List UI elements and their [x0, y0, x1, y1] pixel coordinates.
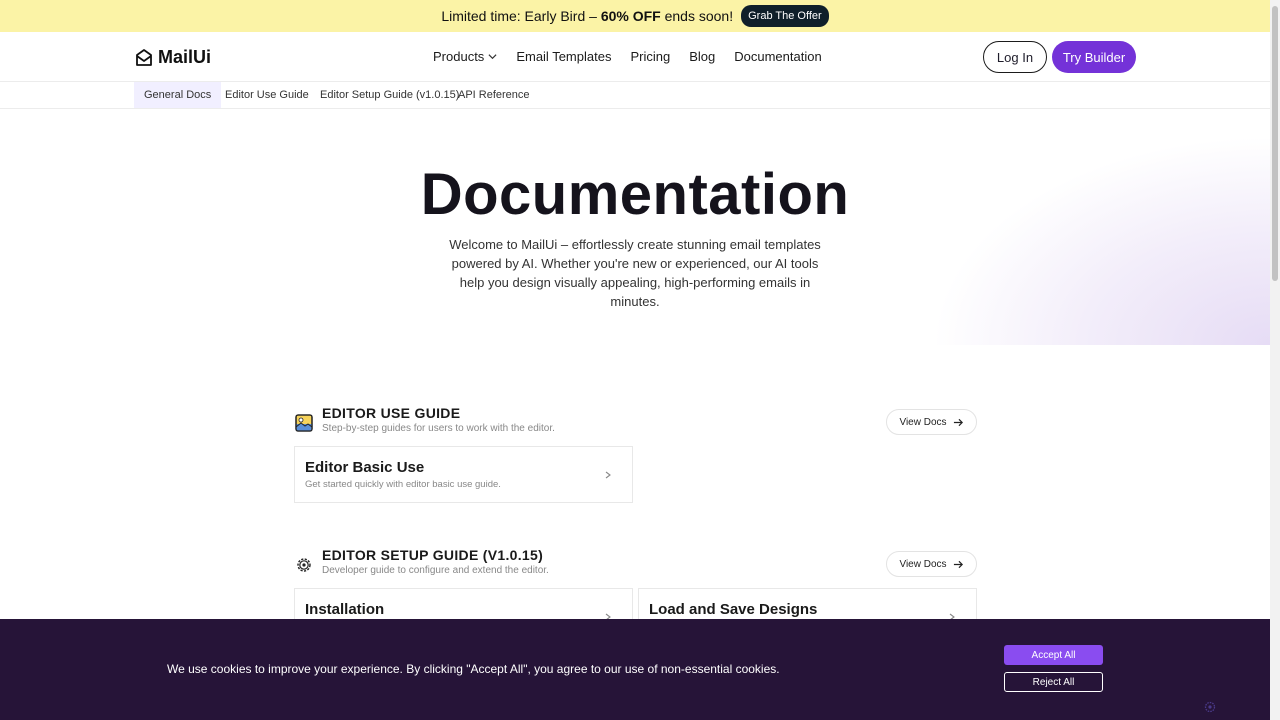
tab-general-docs[interactable]: General Docs — [134, 82, 222, 108]
section-title: EDITOR SETUP GUIDE (V1.0.15) — [322, 547, 544, 563]
image-icon — [295, 414, 313, 432]
nav-email-templates[interactable]: Email Templates — [516, 49, 611, 64]
grab-offer-button[interactable]: Grab The Offer — [741, 5, 829, 27]
section-subtitle: Developer guide to configure and extend … — [322, 565, 549, 576]
cookie-banner: We use cookies to improve your experienc… — [0, 619, 1270, 720]
page-scrollbar[interactable] — [1270, 0, 1280, 720]
nav-blog[interactable]: Blog — [689, 49, 715, 64]
cookie-message: We use cookies to improve your experienc… — [167, 662, 780, 676]
scrollbar-thumb[interactable] — [1272, 6, 1278, 281]
mail-logo-icon — [136, 48, 152, 66]
reject-all-button[interactable]: Reject All — [1004, 672, 1103, 692]
tab-api-reference[interactable]: API Reference — [448, 82, 540, 108]
site-header: MailUi Products Email Templates Pricing … — [0, 32, 1270, 82]
main-nav: Products Email Templates Pricing Blog Do… — [433, 49, 822, 64]
section-subtitle: Step-by-step guides for users to work wi… — [322, 423, 555, 434]
chevron-down-icon — [488, 54, 497, 60]
view-docs-button[interactable]: View Docs — [886, 409, 977, 435]
try-builder-button[interactable]: Try Builder — [1052, 41, 1136, 73]
page-title: Documentation — [420, 162, 850, 227]
hero-description: Welcome to MailUi – effortlessly create … — [449, 237, 821, 309]
section-title: EDITOR USE GUIDE — [322, 405, 461, 421]
logo[interactable]: MailUi — [134, 47, 211, 68]
tab-editor-use-guide[interactable]: Editor Use Guide — [215, 82, 319, 108]
cookie-settings-icon[interactable] — [1204, 701, 1216, 713]
card-title: Load and Save Designs — [649, 601, 818, 618]
nav-documentation[interactable]: Documentation — [734, 49, 821, 64]
card-title: Editor Basic Use — [305, 459, 425, 476]
card-description: Get started quickly with editor basic us… — [305, 479, 501, 490]
login-button[interactable]: Log In — [983, 41, 1047, 73]
arrow-right-icon — [953, 560, 963, 568]
card-editor-basic-use[interactable]: Editor Basic Use Get started quickly wit… — [294, 446, 633, 503]
gear-icon — [297, 558, 311, 572]
tab-editor-setup-guide[interactable]: Editor Setup Guide (v1.0.15) — [310, 82, 469, 108]
chevron-right-icon — [605, 471, 611, 479]
view-docs-button[interactable]: View Docs — [886, 551, 977, 577]
nav-products[interactable]: Products — [433, 49, 497, 64]
nav-pricing[interactable]: Pricing — [630, 49, 670, 64]
hero: Documentation Welcome to MailUi – effort… — [0, 109, 1270, 345]
card-title: Installation — [305, 601, 385, 618]
promo-bar: Limited time: Early Bird – 60% OFF ends … — [0, 0, 1270, 32]
logo-text: MailUi — [158, 47, 212, 67]
arrow-right-icon — [953, 418, 963, 426]
docs-subnav: General Docs Editor Use Guide Editor Set… — [0, 82, 1270, 109]
promo-text: Limited time: Early Bird – 60% OFF ends … — [441, 8, 734, 24]
accept-all-button[interactable]: Accept All — [1004, 645, 1103, 665]
